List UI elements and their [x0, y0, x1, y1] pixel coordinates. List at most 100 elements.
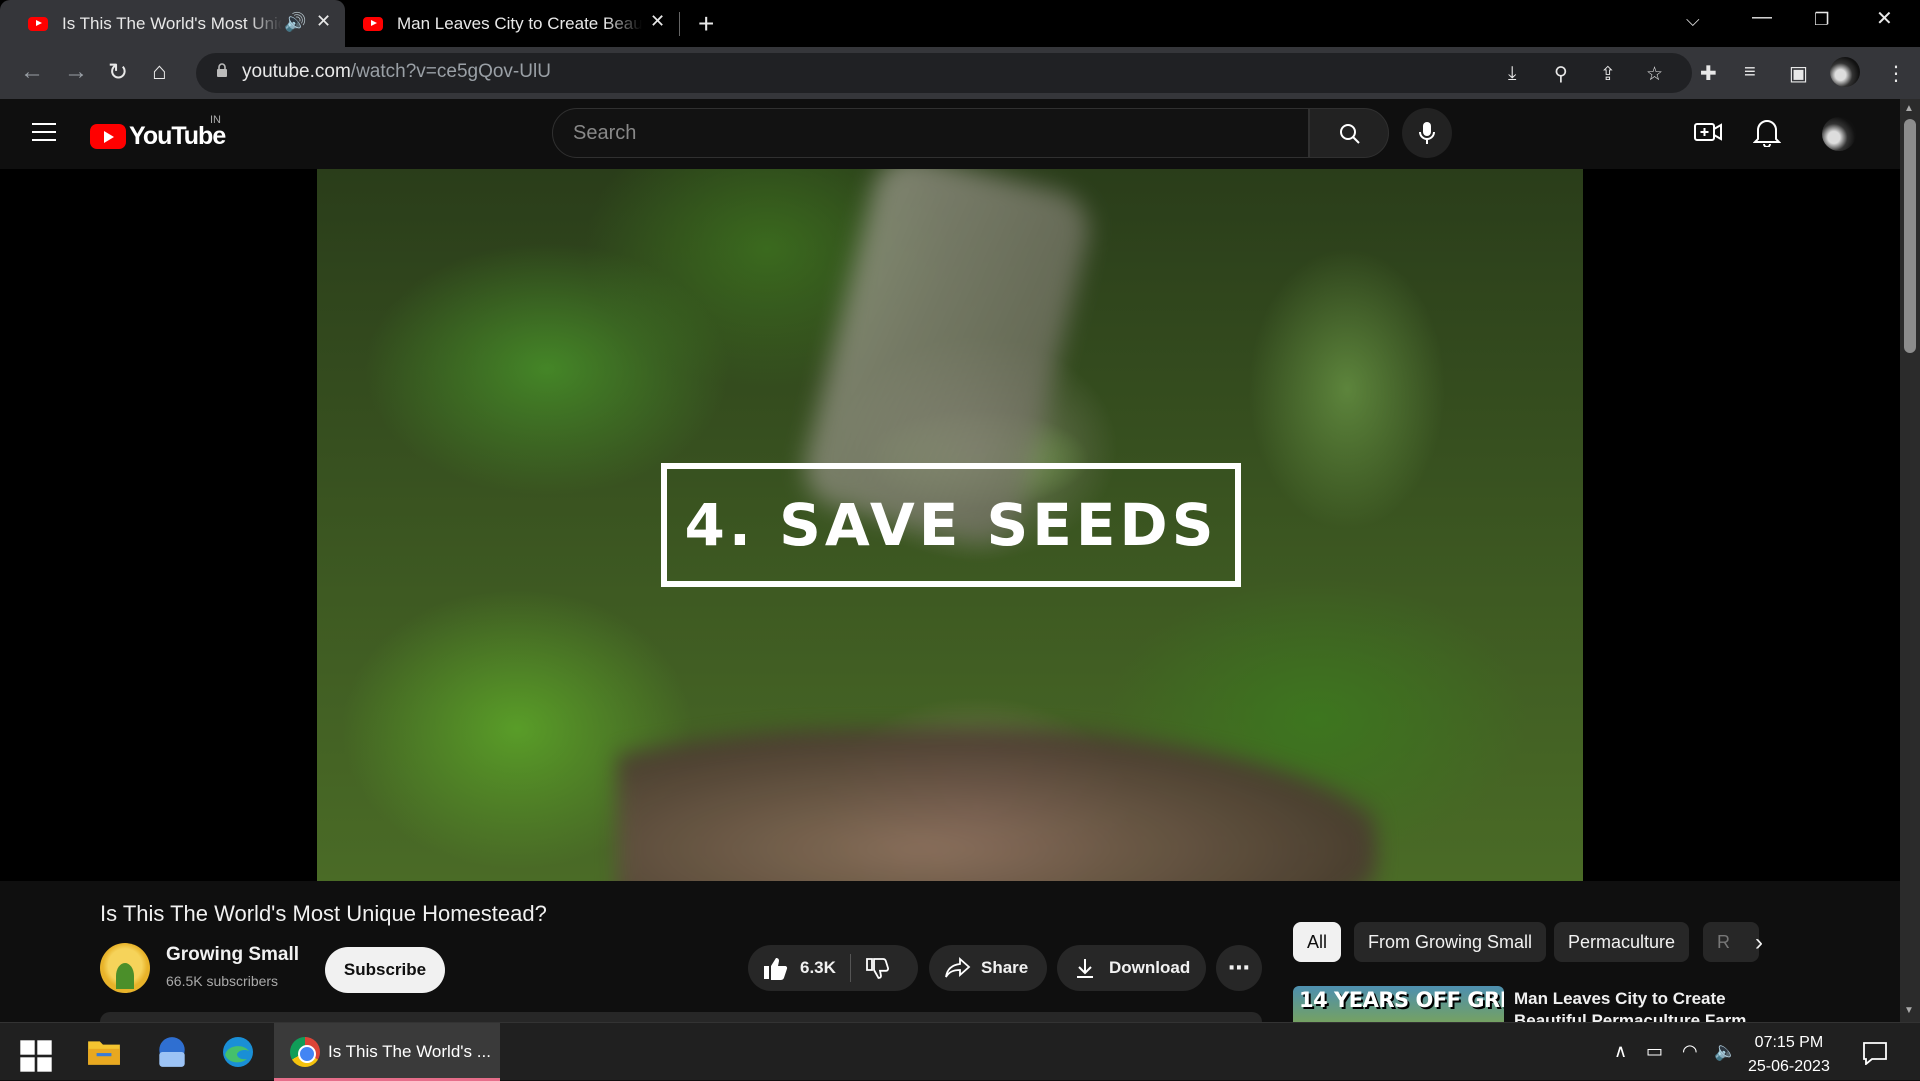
profile-avatar[interactable] [1830, 57, 1860, 87]
file-explorer-icon[interactable] [86, 1035, 122, 1069]
recommendation-title[interactable]: Man Leaves City to Create Beautiful Perm… [1514, 988, 1764, 1022]
system-clock[interactable]: 07:15 PM 25-06-2023 [1748, 1031, 1830, 1079]
thumbnail-text: 14 YEARS OFF GRID [1299, 988, 1504, 1012]
page-scrollbar[interactable]: ▲ ▼ [1900, 99, 1920, 1022]
scroll-up-icon[interactable]: ▲ [1904, 103, 1914, 114]
restore-icon[interactable]: ❐ [1814, 10, 1829, 30]
thumbs-down-icon[interactable] [865, 957, 889, 979]
minimize-icon[interactable]: — [1752, 6, 1772, 29]
video-overlay-title: 4. SAVE SEEDS [661, 463, 1241, 587]
extensions-icon[interactable]: ✚ [1700, 61, 1717, 86]
channel-avatar[interactable] [100, 943, 150, 993]
mail-app-icon[interactable] [154, 1035, 190, 1069]
youtube-masthead: YouTube IN [0, 99, 1900, 169]
browser-menu-icon[interactable]: ⋮ [1886, 61, 1906, 86]
youtube-favicon-icon [363, 16, 383, 31]
download-icon [1077, 959, 1093, 978]
chevron-right-icon[interactable]: › [1755, 929, 1763, 957]
download-label: Download [1109, 958, 1191, 977]
thumbs-up-icon [764, 958, 788, 980]
wifi-icon[interactable]: ◠ [1682, 1041, 1698, 1062]
close-tab-icon[interactable]: ✕ [650, 11, 665, 32]
url-text: youtube.com/watch?v=ce5gQov-UlU [242, 61, 551, 83]
divider [849, 954, 851, 982]
edge-browser-icon[interactable] [220, 1035, 256, 1069]
media-control-icon[interactable]: ≡ [1744, 61, 1756, 84]
speaker-icon[interactable]: 🔊 [284, 12, 306, 33]
show-hidden-icons-chevron-icon[interactable]: ∧ [1614, 1041, 1627, 1062]
overlay-text: 4. SAVE SEEDS [684, 491, 1218, 559]
new-tab-icon[interactable]: + [698, 8, 714, 40]
zoom-icon[interactable]: ⚲ [1554, 63, 1568, 86]
close-tab-icon[interactable]: ✕ [316, 11, 331, 32]
like-dislike-group: 6.3K [748, 945, 918, 991]
install-app-icon[interactable]: ⤓ [1508, 63, 1516, 85]
more-horizontal-icon: ⋯ [1228, 955, 1250, 980]
side-panel-icon[interactable]: ▣ [1789, 61, 1808, 86]
taskbar-chrome-window[interactable]: Is This The World's ... [274, 1023, 500, 1081]
more-actions-button[interactable]: ⋯ [1216, 945, 1262, 991]
search-button[interactable] [1309, 108, 1389, 158]
share-page-icon[interactable]: ⇪ [1600, 63, 1616, 86]
url-path: /watch?v=ce5gQov-UlU [350, 61, 551, 82]
share-label: Share [981, 958, 1029, 977]
browser-tab-2[interactable]: Man Leaves City to Create Beautiful Perm… [335, 0, 680, 47]
microphone-icon [1419, 122, 1435, 144]
bookmark-star-icon[interactable]: ☆ [1646, 63, 1663, 86]
video-player[interactable]: 4. SAVE SEEDS [317, 169, 1583, 881]
tab-search-chevron-icon[interactable]: ⌵ [1686, 10, 1700, 31]
notifications-bell-icon[interactable] [1753, 117, 1781, 147]
tab-separator [679, 12, 680, 36]
subscribe-button[interactable]: Subscribe [325, 947, 445, 993]
windows-taskbar: Is This The World's ... ∧ ▭ ◠ 🔈 07:15 PM… [0, 1022, 1920, 1081]
windows-start-icon[interactable] [18, 1039, 54, 1073]
clock-time: 07:15 PM [1754, 1034, 1824, 1051]
youtube-play-icon [90, 124, 126, 149]
forward-icon[interactable]: → [64, 58, 88, 86]
recommendation-thumbnail[interactable]: 14 YEARS OFF GRID [1293, 986, 1504, 1026]
search-input[interactable] [553, 109, 1308, 157]
download-button[interactable]: Download [1057, 945, 1206, 991]
youtube-logo[interactable]: YouTube IN [90, 114, 226, 151]
browser-toolbar: ← → ↻ ⌂ youtube.com/watch?v=ce5gQov-UlU … [0, 47, 1920, 99]
close-window-icon[interactable]: ✕ [1876, 6, 1893, 31]
menu-icon[interactable] [32, 123, 56, 141]
back-icon[interactable]: ← [20, 58, 44, 86]
url-host: youtube.com [242, 61, 351, 82]
home-icon[interactable]: ⌂ [152, 58, 167, 86]
player-area: 4. SAVE SEEDS [0, 169, 1900, 881]
chip-all[interactable]: All [1293, 922, 1342, 962]
tab-title: Man Leaves City to Create Beautiful Perm… [397, 13, 642, 33]
country-code: IN [210, 114, 221, 126]
voice-search-button[interactable] [1402, 108, 1452, 158]
search-icon [1340, 124, 1360, 144]
lock-icon[interactable] [216, 63, 228, 77]
account-avatar[interactable] [1822, 117, 1856, 151]
channel-name[interactable]: Growing Small [166, 944, 299, 966]
chip-permaculture[interactable]: Permaculture [1554, 922, 1690, 962]
volume-icon[interactable]: 🔈 [1714, 1041, 1736, 1062]
share-icon [945, 957, 971, 978]
chip-truncated[interactable]: R [1703, 922, 1759, 962]
video-title: Is This The World's Most Unique Homestea… [100, 901, 547, 926]
notification-center-icon[interactable] [1862, 1041, 1888, 1065]
battery-icon[interactable]: ▭ [1646, 1041, 1663, 1062]
like-count: 6.3K [800, 958, 836, 977]
video-scenery [617, 729, 1377, 881]
address-bar[interactable]: youtube.com/watch?v=ce5gQov-UlU ⤓ ⚲ ⇪ ☆ [196, 53, 1692, 93]
chip-from-channel[interactable]: From Growing Small [1354, 922, 1547, 962]
tab-title: Is This The World's Most Unique Homestea… [62, 13, 282, 33]
create-video-icon[interactable] [1693, 117, 1723, 147]
like-button[interactable]: 6.3K [762, 956, 836, 980]
browser-tab-1[interactable]: Is This The World's Most Unique Homestea… [0, 0, 345, 47]
search-box[interactable] [552, 108, 1309, 158]
share-button[interactable]: Share [929, 945, 1047, 991]
scrollbar-thumb[interactable] [1904, 119, 1916, 353]
youtube-favicon-icon [28, 16, 48, 31]
taskbar-window-label: Is This The World's ... [328, 1042, 491, 1061]
reload-icon[interactable]: ↻ [108, 58, 128, 87]
subscriber-count: 66.5K subscribers [166, 973, 279, 989]
scroll-down-icon[interactable]: ▼ [1904, 1005, 1914, 1016]
clock-date: 25-06-2023 [1748, 1058, 1830, 1075]
chrome-icon [290, 1037, 320, 1067]
